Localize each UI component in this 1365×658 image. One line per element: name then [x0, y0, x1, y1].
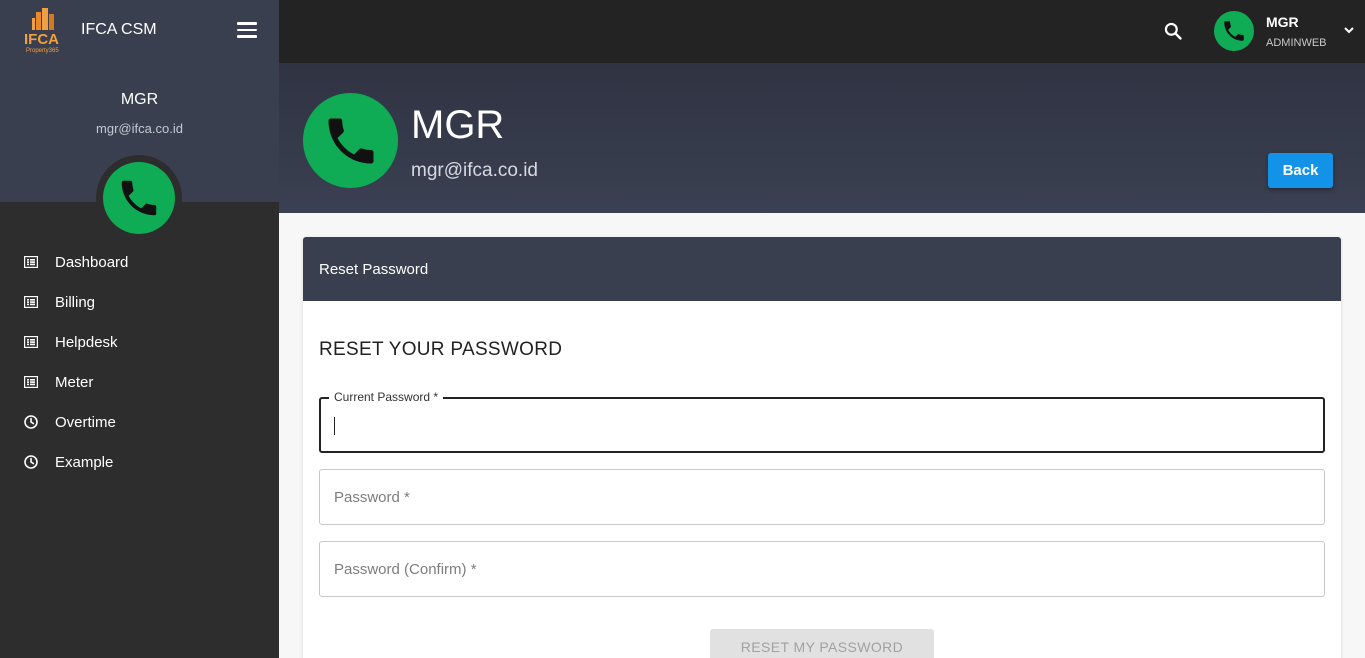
password-confirm-field[interactable]: Password (Confirm) *: [319, 541, 1325, 597]
phone-icon: [121, 180, 157, 216]
sidebar-item-label: Example: [55, 453, 114, 471]
phone-icon: [1224, 21, 1244, 41]
user-avatar[interactable]: [1214, 11, 1254, 51]
main-content: Reset Password RESET YOUR PASSWORD Curre…: [279, 213, 1365, 658]
list-icon: [24, 295, 38, 309]
clock-icon: [24, 415, 38, 429]
sidebar-nav: Dashboard Billing Helpdesk Meter Overtim…: [0, 242, 279, 482]
card-title: RESET YOUR PASSWORD: [319, 339, 563, 360]
list-icon: [24, 255, 38, 269]
topbar-user-role: ADMINWEB: [1266, 37, 1327, 49]
sidebar-item-example[interactable]: Example: [0, 442, 279, 482]
current-password-input[interactable]: [321, 399, 1323, 451]
current-password-field[interactable]: Current Password *: [319, 390, 1325, 453]
password-input[interactable]: [320, 470, 1324, 524]
list-icon: [24, 375, 38, 389]
search-icon[interactable]: [1163, 21, 1183, 41]
brand-name: IFCA CSM: [81, 21, 157, 38]
sidebar-item-label: Dashboard: [55, 253, 129, 271]
logo-subtext: Property365: [26, 48, 59, 54]
sidebar: IFCA Property365 IFCA CSM MGR mgr@ifca.c…: [0, 0, 279, 658]
phone-icon: [328, 118, 373, 163]
top-bar: MGR ADMINWEB: [279, 0, 1365, 63]
ifca-logo[interactable]: IFCA Property365: [24, 8, 64, 54]
profile-avatar: [303, 93, 398, 188]
reset-password-button[interactable]: RESET MY PASSWORD: [710, 629, 934, 658]
sidebar-brand-bar: IFCA Property365 IFCA CSM: [0, 0, 279, 63]
clock-icon: [24, 455, 38, 469]
card-header: Reset Password: [303, 237, 1341, 301]
profile-header: MGR mgr@ifca.co.id Back: [279, 63, 1365, 213]
sidebar-avatar[interactable]: [103, 162, 175, 234]
back-button[interactable]: Back: [1268, 153, 1333, 188]
sidebar-user-name: MGR: [120, 91, 159, 108]
chevron-down-icon[interactable]: [1343, 25, 1355, 35]
sidebar-item-dashboard[interactable]: Dashboard: [0, 242, 279, 282]
sidebar-item-billing[interactable]: Billing: [0, 282, 279, 322]
sidebar-item-overtime[interactable]: Overtime: [0, 402, 279, 442]
hamburger-line: [237, 28, 257, 31]
topbar-user-name[interactable]: MGR: [1266, 14, 1299, 30]
profile-email: mgr@ifca.co.id: [411, 160, 538, 181]
logo-text: IFCA: [24, 31, 59, 48]
password-field[interactable]: Password *: [319, 469, 1325, 525]
sidebar-item-helpdesk[interactable]: Helpdesk: [0, 322, 279, 362]
hamburger-line: [237, 22, 257, 25]
sidebar-item-meter[interactable]: Meter: [0, 362, 279, 402]
sidebar-item-label: Overtime: [55, 413, 116, 431]
sidebar-user-email: mgr@ifca.co.id: [96, 121, 183, 136]
sidebar-item-label: Helpdesk: [55, 333, 118, 351]
hamburger-line: [237, 35, 257, 38]
password-confirm-input[interactable]: [320, 542, 1324, 596]
reset-password-card: Reset Password RESET YOUR PASSWORD Curre…: [303, 237, 1341, 658]
list-icon: [24, 335, 38, 349]
sidebar-item-label: Meter: [55, 373, 94, 391]
sidebar-item-label: Billing: [55, 293, 96, 311]
profile-name: MGR: [411, 103, 505, 147]
menu-toggle-button[interactable]: [237, 22, 257, 38]
